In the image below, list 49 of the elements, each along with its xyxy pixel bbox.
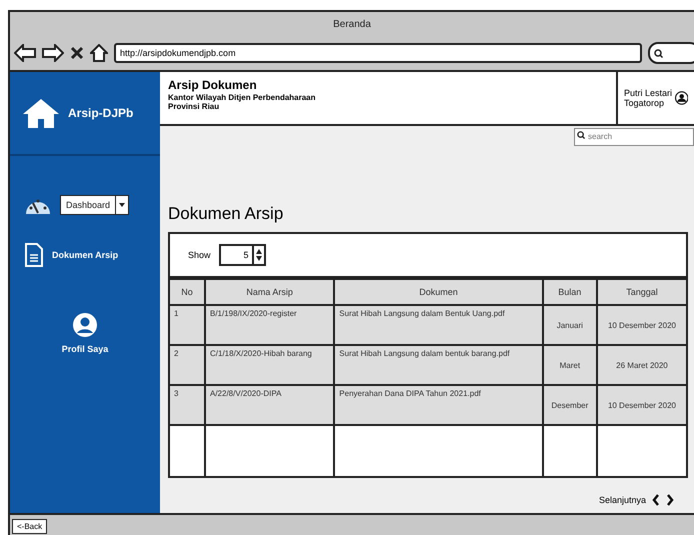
- caret-icon: [119, 203, 126, 207]
- previous-page-button[interactable]: [652, 494, 660, 506]
- address-bar[interactable]: http://arsipdokumendjpb.com: [114, 43, 642, 63]
- table-cell: 10 Desember 2020: [596, 385, 686, 425]
- column-header: Dokumen: [334, 279, 543, 305]
- column-header: No: [170, 279, 205, 305]
- header-title: Arsip Dokumen: [168, 78, 258, 92]
- sidebar-item[interactable]: Profil Saya: [62, 344, 108, 354]
- home-icon[interactable]: [22, 97, 60, 129]
- table-cell: Surat Hibah Langsung dalam Bentuk Uang.pdf: [334, 305, 543, 345]
- pagination-label: Selanjutnya: [598, 495, 646, 505]
- chevron-right-icon: [666, 494, 674, 506]
- search-field[interactable]: search: [574, 126, 694, 144]
- table-cell: 10 Desember 2020: [596, 305, 686, 345]
- close-icon[interactable]: [70, 46, 84, 60]
- brand-name: Arsip-DJPb: [68, 106, 134, 120]
- table-cell: 1: [170, 305, 205, 345]
- document-icon: [24, 242, 44, 268]
- table-cell: 26 Maret 2020: [596, 345, 686, 385]
- back-arrow-icon[interactable]: [14, 44, 36, 62]
- header-subtitle: Kantor Wilayah Ditjen Perbendaharaan Provinsi Riau: [168, 93, 317, 111]
- user-icon: [72, 312, 98, 338]
- table-cell: A/22/8/V/2020-DIPA: [205, 385, 334, 425]
- table-cell: Maret: [542, 345, 597, 385]
- home-icon[interactable]: [90, 44, 108, 62]
- search-icon: [654, 48, 663, 58]
- show-label: Show: [188, 250, 211, 260]
- table-cell: Penyerahan Dana DIPA Tahun 2021.pdf: [334, 385, 543, 425]
- column-header: Bulan: [542, 279, 597, 305]
- sidebar-item[interactable]: Dokumen Arsip: [52, 250, 118, 260]
- page-size-spinner[interactable]: 5: [218, 244, 266, 266]
- column-header: Nama Arsip: [205, 279, 334, 305]
- table-cell: Surat Hibah Langsung dalam bentuk barang.pdf: [334, 345, 543, 385]
- table-cell: C/1/18/X/2020-Hibah barang: [205, 345, 334, 385]
- table-cell: Desember: [542, 385, 597, 425]
- page-title: Dokumen Arsip: [168, 204, 284, 224]
- table-cell: B/1/198/IX/2020-register: [205, 305, 334, 345]
- next-page-button[interactable]: [666, 494, 674, 506]
- table-cell: 2: [170, 345, 205, 385]
- window-title: Beranda: [333, 18, 371, 30]
- table-cell: Januari: [542, 305, 597, 345]
- chevron-left-icon: [652, 494, 660, 506]
- back-button[interactable]: <-Back: [12, 518, 48, 534]
- table-cell: 3: [170, 385, 205, 425]
- forward-arrow-icon[interactable]: [42, 44, 64, 62]
- dashboard-dropdown[interactable]: Dashboard: [60, 195, 130, 215]
- column-header: Tanggal: [596, 279, 686, 305]
- user-name: Putri Lestari Togatorop: [624, 88, 673, 108]
- browser-search-field[interactable]: [648, 42, 694, 64]
